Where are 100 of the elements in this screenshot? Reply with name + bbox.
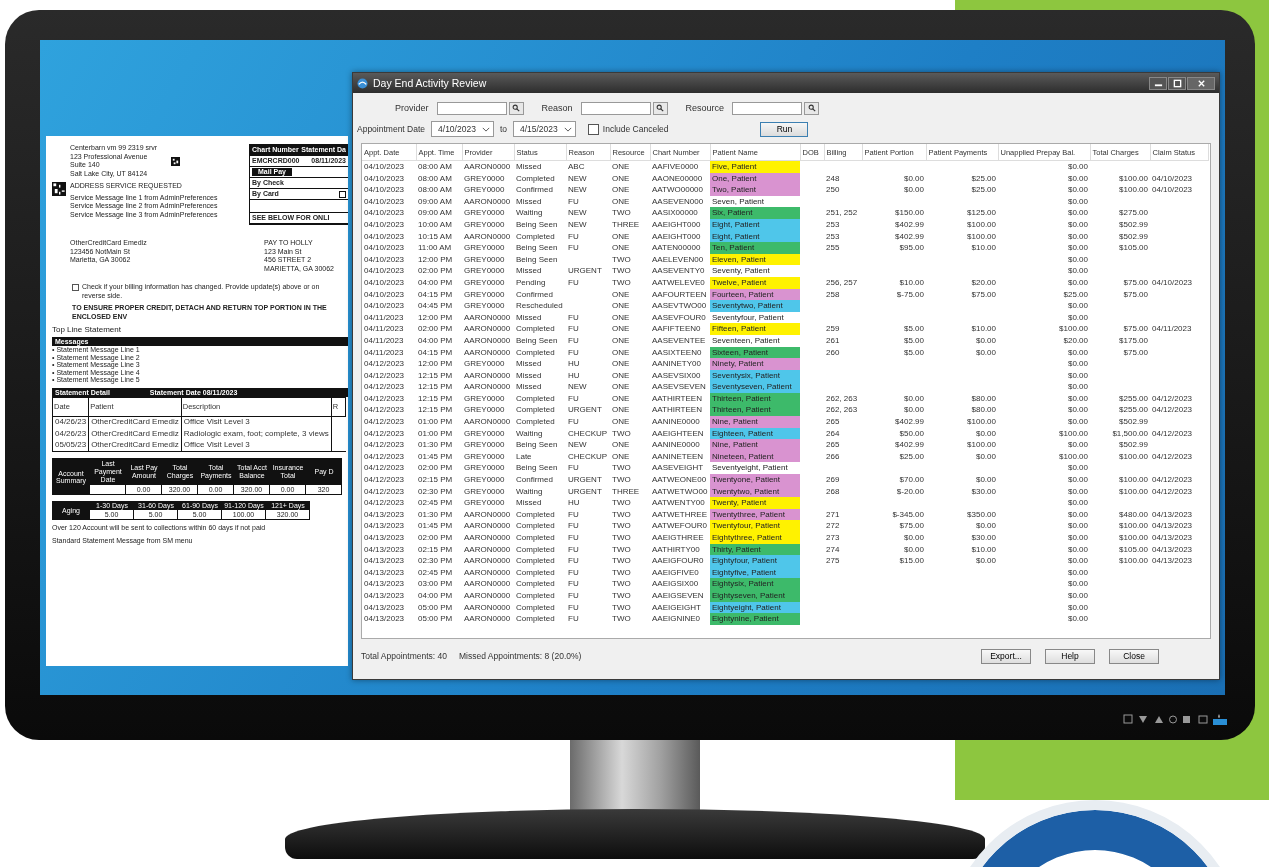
table-cell-text: 264 — [825, 427, 841, 440]
table-cell-text: 04:00 PM — [417, 589, 454, 602]
table-cell-text: 04/11/2023 — [363, 311, 405, 324]
table-cell: AATWEFOUR0 — [650, 520, 710, 532]
table-cell-text: Late — [515, 450, 533, 463]
filter-field[interactable] — [732, 101, 803, 115]
search-button[interactable] — [652, 101, 668, 115]
table-cell-text: $0.00 — [1066, 555, 1089, 567]
table-cell-text: $100.00 — [966, 218, 997, 231]
table-cell-text: AARON0000 — [463, 589, 512, 602]
table-cell-text: 04/13/2023 — [363, 566, 406, 579]
table-cell-text: 12:15 PM — [417, 381, 454, 393]
table-cell-text: FU — [567, 589, 580, 602]
table-cell-text: 268 — [825, 485, 841, 498]
table-cell-text: 02:00 PM — [417, 265, 454, 277]
date-dropdown[interactable]: 4/15/2023 — [512, 121, 576, 137]
checkbox[interactable] — [587, 123, 599, 135]
table-cell-text: GREY0000 — [463, 497, 506, 509]
close-button[interactable] — [1187, 76, 1215, 90]
table-cell-text: $25.00 — [898, 450, 925, 463]
table-cell-text: $100.00 — [1058, 450, 1089, 463]
table-cell-text: 12:15 PM — [417, 369, 454, 382]
table-cell-text: Being Seen — [515, 218, 559, 231]
table-cell-text: 04/12/2023 — [363, 485, 406, 498]
table-cell-text: AARON0000 — [463, 323, 512, 335]
table-cell-text: $30.00 — [970, 485, 997, 498]
date-dropdown[interactable]: 4/10/2023 — [431, 121, 494, 137]
table-cell-text: 12:15 PM — [417, 404, 454, 417]
table-cell-text: FU — [567, 323, 580, 335]
table-cell-text: 12:00 PM — [417, 253, 454, 266]
table-cell-text: THREE — [611, 218, 641, 231]
table-cell-text: 04/12/2023 — [363, 427, 406, 440]
patient-name-cell: Ten, Patient — [710, 242, 800, 254]
table-cell-text: Completed — [515, 555, 556, 567]
patient-name-cell: Two, Patient — [710, 184, 800, 196]
maximize-button[interactable] — [1168, 76, 1186, 90]
table-cell-text: AARON0000 — [463, 334, 512, 347]
table-cell-text: Completed — [515, 520, 556, 532]
search-button[interactable] — [508, 101, 524, 115]
filter-field[interactable] — [580, 101, 651, 115]
run-button[interactable]: Run — [760, 121, 809, 137]
table-cell-text: $75.00 — [1122, 346, 1149, 359]
table-cell: ONE — [610, 160, 650, 173]
table-cell-text: 259 — [825, 323, 841, 335]
summary-text: Missed Appointments: 8 (20.0%) — [459, 651, 582, 661]
table-cell-text: TWO — [611, 207, 632, 219]
table-cell-text: $0.00 — [1066, 404, 1089, 417]
table-cell-text: GREY0000 — [463, 404, 506, 417]
dialog-button[interactable]: Export... — [981, 648, 1031, 664]
table-cell-text: ONE — [611, 346, 631, 359]
table-cell-text: 04/13/2023 — [363, 543, 406, 556]
table-cell-text: ONE — [611, 334, 631, 347]
table-cell-text: 02:00 PM — [417, 462, 454, 475]
close-icon — [1196, 78, 1206, 88]
table-cell-text: 04/11/2023 — [1151, 323, 1193, 335]
table-cell-text: AARON0000 — [463, 369, 512, 382]
table-cell-text: 275 — [825, 555, 841, 567]
dialog-button[interactable]: Close — [1109, 648, 1159, 664]
table-cell-text: 04/10/2023 — [363, 218, 406, 231]
table-cell-text: $0.00 — [1066, 532, 1089, 544]
table-cell-text: $502.99 — [1118, 439, 1149, 451]
table-cell-text: $0.00 — [974, 334, 997, 347]
filter-field[interactable] — [436, 101, 507, 115]
patient-name-cell: Twentyone, Patient — [710, 474, 800, 486]
table-cell-text: Confirmed — [515, 184, 554, 196]
table-cell: AAELEVEN00 — [650, 253, 710, 266]
table-cell-text: $350.00 — [966, 508, 997, 521]
table-cell-text: FU — [567, 613, 580, 625]
table-cell-text: 04/12/2023 — [363, 450, 406, 463]
table-cell-text: $25.00 — [970, 172, 997, 185]
table-cell-text: 12:00 PM — [417, 311, 454, 324]
table-cell-text: $100.00 — [1118, 485, 1149, 498]
search-button[interactable] — [804, 101, 820, 115]
table-cell: AATWO00000 — [650, 184, 710, 196]
table-cell-text: 253 — [825, 230, 841, 243]
table-cell-text: Missed — [515, 195, 543, 208]
table-cell-text: 04/11/2023 — [363, 334, 405, 347]
table-cell-text: AARON0000 — [463, 195, 512, 208]
table-cell-text: 02:45 PM — [417, 497, 454, 509]
table-cell-text: $0.00 — [1066, 276, 1089, 289]
table-cell-text: Confirmed — [515, 474, 554, 486]
table-cell-text: 04/10/2023 — [363, 288, 406, 301]
table-cell: Missed — [514, 160, 566, 173]
chevron-down-icon — [563, 126, 572, 132]
table-cell-text: 04/13/2023 — [1151, 532, 1194, 544]
table-cell-text: 10:00 AM — [417, 218, 453, 231]
table-cell-text: 04/10/2023 — [363, 195, 406, 208]
table-cell-text: URGENT — [567, 474, 603, 486]
table-cell-text: 01:45 PM — [417, 520, 454, 532]
minimize-button[interactable] — [1149, 76, 1167, 90]
table-cell-text: AARON0000 — [463, 311, 512, 324]
table-cell-text: $0.00 — [1066, 230, 1089, 243]
table-cell-text: 04/12/2023 — [363, 439, 406, 451]
table-cell-text: $0.00 — [974, 427, 997, 440]
table-cell-text: $0.00 — [1066, 184, 1089, 196]
table-cell-text: $100.00 — [966, 439, 997, 451]
table-cell-text: 08:00 AM — [417, 184, 453, 196]
patient-name-cell: Six, Patient — [710, 207, 800, 219]
dialog-button[interactable]: Help — [1045, 648, 1095, 664]
table-cell-text: FU — [567, 230, 580, 243]
